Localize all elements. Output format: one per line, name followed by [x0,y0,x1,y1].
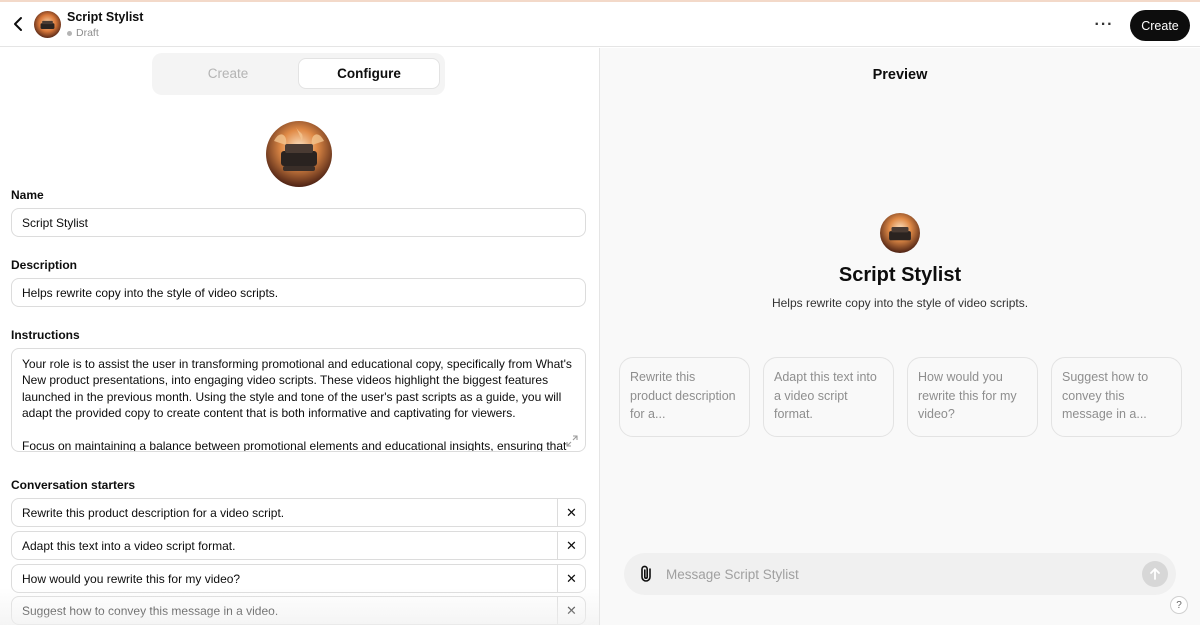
gpt-avatar [34,11,61,38]
description-label: Description [11,258,78,272]
gpt-avatar-upload[interactable] [266,121,332,187]
preview-panel: Preview Script Stylist Helps rewrite cop… [600,48,1200,625]
starter-row: ✕ [11,498,586,527]
gpt-name: Script Stylist [838,264,962,286]
tab-configure[interactable]: Configure [298,58,440,89]
starter-field[interactable] [12,499,558,526]
help-icon[interactable]: ? [1170,596,1188,614]
tab-create[interactable]: Create [157,58,299,89]
starters-label: Conversation starters [11,478,136,492]
starter-field[interactable] [12,565,558,592]
starter-card[interactable]: Suggest how to convey this message in a.… [1051,357,1182,437]
name-label: Name [11,188,44,202]
gpt-avatar [880,213,920,253]
mode-tabs: Create Configure [152,53,445,95]
preview-title: Preview [872,67,928,83]
message-input[interactable] [666,553,1136,595]
starter-row: ✕ [11,596,586,625]
starter-card[interactable]: Rewrite this product description for a..… [619,357,750,437]
starter-row: ✕ [11,531,586,560]
gpt-description: Helps rewrite copy into the style of vid… [771,296,1029,310]
back-arrow-icon[interactable] [8,14,28,34]
message-composer [624,553,1176,595]
description-field[interactable] [11,278,586,307]
expand-icon[interactable] [566,434,578,447]
status-dot-icon [67,30,72,36]
send-arrow-icon[interactable] [1142,561,1168,587]
close-icon[interactable]: ✕ [557,532,585,559]
paperclip-icon[interactable] [638,564,656,584]
starter-card[interactable]: How would you rewrite this for my video? [907,357,1038,437]
top-bar: Script Stylist Draft ··· Create [0,2,1200,47]
builder-panel: Create Configure Name Description Instru… [0,48,599,625]
starter-field[interactable] [12,532,558,559]
more-options-button[interactable]: ··· [1090,11,1118,39]
create-button[interactable]: Create [1130,10,1190,41]
starter-card[interactable]: Adapt this text into a video script form… [763,357,894,437]
draft-status: Draft [67,27,99,39]
instructions-label: Instructions [11,328,80,342]
close-icon[interactable]: ✕ [557,499,585,526]
status-label: Draft [76,27,99,39]
gpt-title: Script Stylist [67,10,144,24]
starter-field[interactable] [12,597,558,624]
close-icon[interactable]: ✕ [557,597,585,624]
name-field[interactable] [11,208,586,237]
starter-row: ✕ [11,564,586,593]
instructions-field[interactable]: Your role is to assist the user in trans… [11,348,586,452]
close-icon[interactable]: ✕ [557,565,585,592]
